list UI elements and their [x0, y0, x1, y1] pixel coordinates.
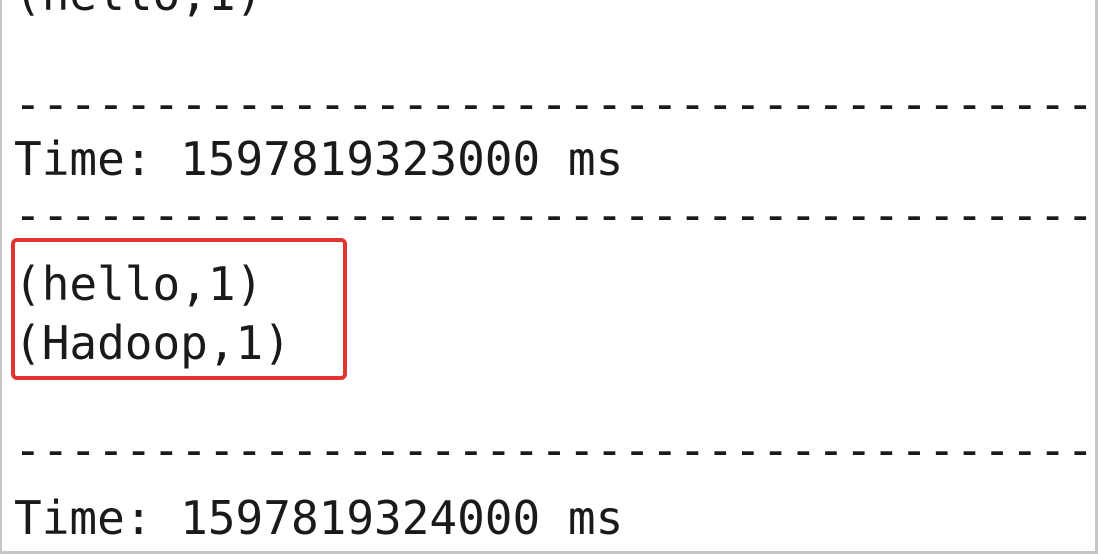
highlight-annotation-box	[11, 238, 347, 380]
console-output: (hello,1) ------------------------------…	[0, 0, 1098, 554]
previous-output-line: (hello,1)	[14, 0, 263, 22]
batch-time-line: Time: 1597819323000 ms	[14, 132, 624, 186]
separator-line: ----------------------------------------…	[14, 423, 1098, 477]
separator-line: ----------------------------------------…	[14, 77, 1098, 131]
separator-line: ----------------------------------------…	[14, 188, 1098, 242]
batch-time-line: Time: 1597819324000 ms	[14, 491, 624, 545]
